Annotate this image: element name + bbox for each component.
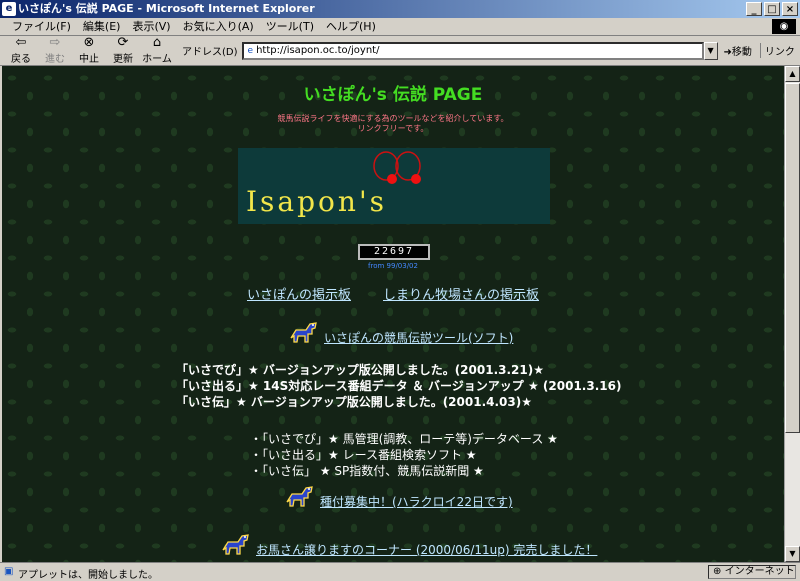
windows-logo-icon: ◉ bbox=[772, 19, 796, 34]
home-button[interactable]: ⌂ ホーム bbox=[140, 35, 174, 66]
page-title: いさぽん's 伝説 PAGE bbox=[303, 85, 483, 105]
forward-arrow-icon: ⇨ bbox=[49, 35, 61, 50]
ie-page-icon: e bbox=[2, 2, 16, 16]
applet-status-icon: ▣ bbox=[4, 566, 14, 577]
window-controls: _ □ × bbox=[746, 2, 798, 16]
maximize-button[interactable]: □ bbox=[764, 2, 780, 16]
news-list: 「いさでぴ」★ バージョンアップ版公開しました。(2001.3.21)★ 「いさ… bbox=[176, 362, 621, 410]
menu-bar: ファイル(F) 編集(E) 表示(V) お気に入り(A) ツール(T) ヘルプ(… bbox=[0, 18, 800, 36]
site-banner: Isapon's bbox=[238, 148, 550, 224]
intro-text: 競馬伝説ライフを快適にする為のツールなどを紹介しています。 リンクフリーです。 bbox=[2, 114, 784, 134]
menu-edit[interactable]: 編集(E) bbox=[77, 19, 127, 35]
menu-favorites[interactable]: お気に入り(A) bbox=[177, 19, 260, 35]
window-title-bar: e いさぽん's 伝説 PAGE - Microsoft Internet Ex… bbox=[0, 0, 800, 18]
window-title: いさぽん's 伝説 PAGE - Microsoft Internet Expl… bbox=[18, 2, 315, 15]
news-item: 「いさでぴ」★ バージョンアップ版公開しました。(2001.3.21)★ bbox=[176, 363, 544, 377]
home-icon: ⌂ bbox=[152, 35, 162, 50]
close-button[interactable]: × bbox=[782, 2, 798, 16]
menu-view[interactable]: 表示(V) bbox=[126, 19, 176, 35]
vertical-scrollbar[interactable]: ▲ ▼ bbox=[784, 66, 800, 562]
intro-line-1: 競馬伝説ライフを快適にする為のツールなどを紹介しています。 bbox=[277, 114, 509, 123]
bbs-links: いさぽんの掲示板 しまりん牧場さんの掲示板 bbox=[2, 284, 784, 303]
page-icon: e bbox=[247, 45, 254, 56]
stop-button[interactable]: ⊗ 中止 bbox=[72, 35, 106, 66]
sale-section: お馬さん譲りますのコーナー (2000/06/11up) 完売しました！ bbox=[220, 532, 597, 558]
software-item: ・「いさ伝」 ★ SP指数付、競馬伝説新聞 ★ bbox=[250, 464, 484, 478]
software-item: ・「いさ出る」★ レース番組検索ソフト ★ bbox=[250, 448, 477, 462]
horse-icon bbox=[286, 486, 313, 507]
intro-line-2: リンクフリーです。 bbox=[357, 124, 429, 133]
shimarin-bbs-link[interactable]: しまりん牧場さんの掲示板 bbox=[383, 284, 539, 303]
back-label: 戻る bbox=[11, 54, 31, 65]
refresh-button[interactable]: ⟳ 更新 bbox=[106, 35, 140, 66]
address-input[interactable]: e http://isapon.oc.to/joynt/ bbox=[241, 41, 704, 60]
forward-button[interactable]: ⇨ 進む bbox=[38, 35, 72, 66]
banner-text: Isapon's bbox=[246, 185, 388, 218]
refresh-icon: ⟳ bbox=[117, 35, 129, 50]
horse-icon bbox=[290, 322, 317, 343]
news-item: 「いさ出る」★ 14S対応レース番組データ ＆ バージョンアップ ★ (2001… bbox=[176, 379, 622, 393]
browser-toolbar: ⇦ 戻る ⇨ 進む ⊗ 中止 ⟳ 更新 ⌂ ホーム アドレス(D) e http… bbox=[0, 36, 800, 66]
zone-label: インターネット bbox=[724, 566, 795, 577]
access-counter: 22697 bbox=[358, 244, 430, 260]
status-bar: ▣ アプレットは、開始しました。 ⊕ インターネット bbox=[0, 562, 800, 581]
scroll-up-arrow-icon[interactable]: ▲ bbox=[785, 66, 800, 82]
recruit-link[interactable]: 種付募集中！(ハラクロイ22日です) bbox=[320, 493, 513, 510]
menu-file[interactable]: ファイル(F) bbox=[6, 19, 77, 35]
internet-zone: ⊕ インターネット bbox=[708, 565, 796, 579]
address-value: http://isapon.oc.to/joynt/ bbox=[256, 44, 380, 56]
globe-icon: ⊕ bbox=[713, 566, 722, 577]
menu-tools[interactable]: ツール(T) bbox=[260, 19, 320, 35]
back-button[interactable]: ⇦ 戻る bbox=[4, 35, 38, 66]
page-viewport: いさぽん's 伝説 PAGE 競馬伝説ライフを快適にする為のツールなどを紹介して… bbox=[2, 66, 784, 562]
menu-help[interactable]: ヘルプ(H) bbox=[320, 19, 382, 35]
scrollbar-thumb[interactable] bbox=[785, 83, 800, 433]
home-label: ホーム bbox=[142, 54, 172, 65]
stop-label: 中止 bbox=[79, 54, 99, 65]
status-text: アプレットは、開始しました。 bbox=[18, 570, 158, 581]
tool-section: いさぽんの競馬伝説ツール(ソフト) bbox=[288, 320, 513, 346]
counter-since: from 99/03/02 bbox=[368, 262, 418, 270]
minimize-button[interactable]: _ bbox=[746, 2, 762, 16]
go-button[interactable]: ➜移動 bbox=[724, 43, 752, 58]
refresh-label: 更新 bbox=[113, 54, 133, 65]
stop-icon: ⊗ bbox=[83, 35, 95, 50]
sale-link[interactable]: お馬さん譲りますのコーナー (2000/06/11up) 完売しました！ bbox=[256, 541, 597, 558]
recruit-section: 種付募集中！(ハラクロイ22日です) bbox=[284, 484, 513, 510]
horse-icon bbox=[222, 534, 249, 555]
back-arrow-icon: ⇦ bbox=[15, 35, 27, 50]
address-label: アドレス(D) bbox=[182, 47, 238, 58]
address-dropdown-button[interactable]: ▼ bbox=[703, 41, 718, 60]
links-button[interactable]: リンク bbox=[759, 43, 795, 58]
isapon-bbs-link[interactable]: いさぽんの掲示板 bbox=[247, 284, 351, 303]
software-item: ・「いさでぴ」★ 馬管理(調教、ローテ等)データベース ★ bbox=[250, 432, 558, 446]
tool-link[interactable]: いさぽんの競馬伝説ツール(ソフト) bbox=[324, 329, 513, 346]
software-list: ・「いさでぴ」★ 馬管理(調教、ローテ等)データベース ★ ・「いさ出る」★ レ… bbox=[250, 431, 558, 479]
scroll-down-arrow-icon[interactable]: ▼ bbox=[785, 546, 800, 562]
forward-label: 進む bbox=[45, 54, 65, 65]
news-item: 「いさ伝」★ バージョンアップ版公開しました。(2001.4.03)★ bbox=[176, 395, 532, 409]
